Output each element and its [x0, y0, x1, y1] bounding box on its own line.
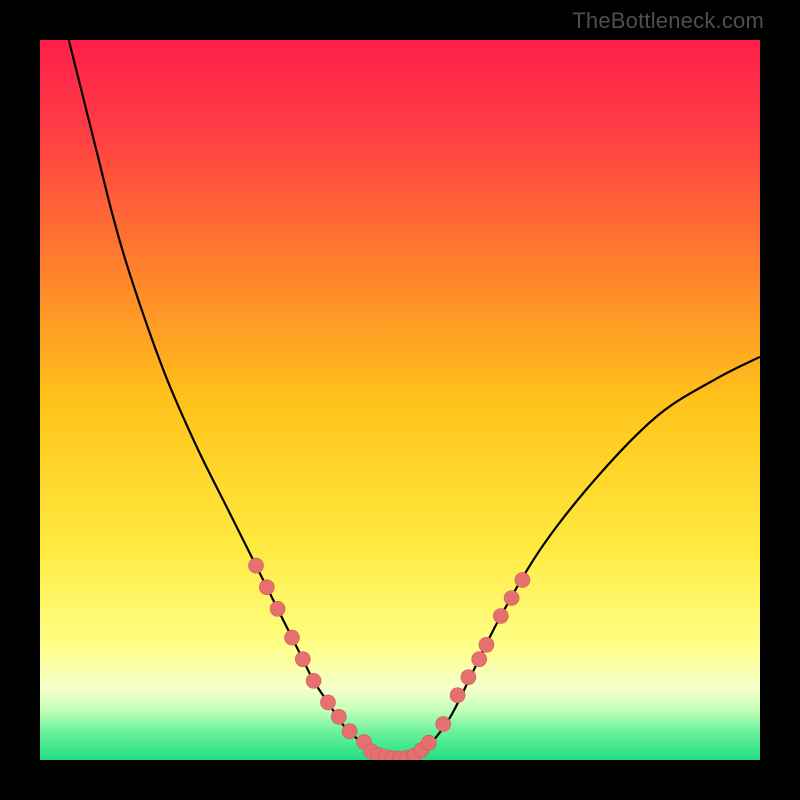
marker-dot — [285, 630, 300, 645]
chart-frame: TheBottleneck.com — [0, 0, 800, 800]
marker-dot — [515, 573, 530, 588]
watermark-label: TheBottleneck.com — [572, 8, 764, 34]
marker-dot — [321, 695, 336, 710]
marker-dot — [270, 601, 285, 616]
marker-dot — [249, 558, 264, 573]
marker-dot — [479, 637, 494, 652]
plot-area — [40, 40, 760, 760]
marker-dot — [504, 591, 519, 606]
marker-dot — [295, 652, 310, 667]
marker-dot — [306, 673, 321, 688]
marker-dot — [461, 670, 476, 685]
marker-dot — [493, 609, 508, 624]
marker-dot — [342, 724, 357, 739]
marker-dot — [421, 735, 436, 750]
marker-dot — [331, 709, 346, 724]
marker-dot — [436, 717, 451, 732]
marker-dot — [472, 652, 487, 667]
chart-svg — [40, 40, 760, 760]
gradient-background — [40, 40, 760, 760]
marker-dot — [259, 580, 274, 595]
marker-dot — [450, 688, 465, 703]
